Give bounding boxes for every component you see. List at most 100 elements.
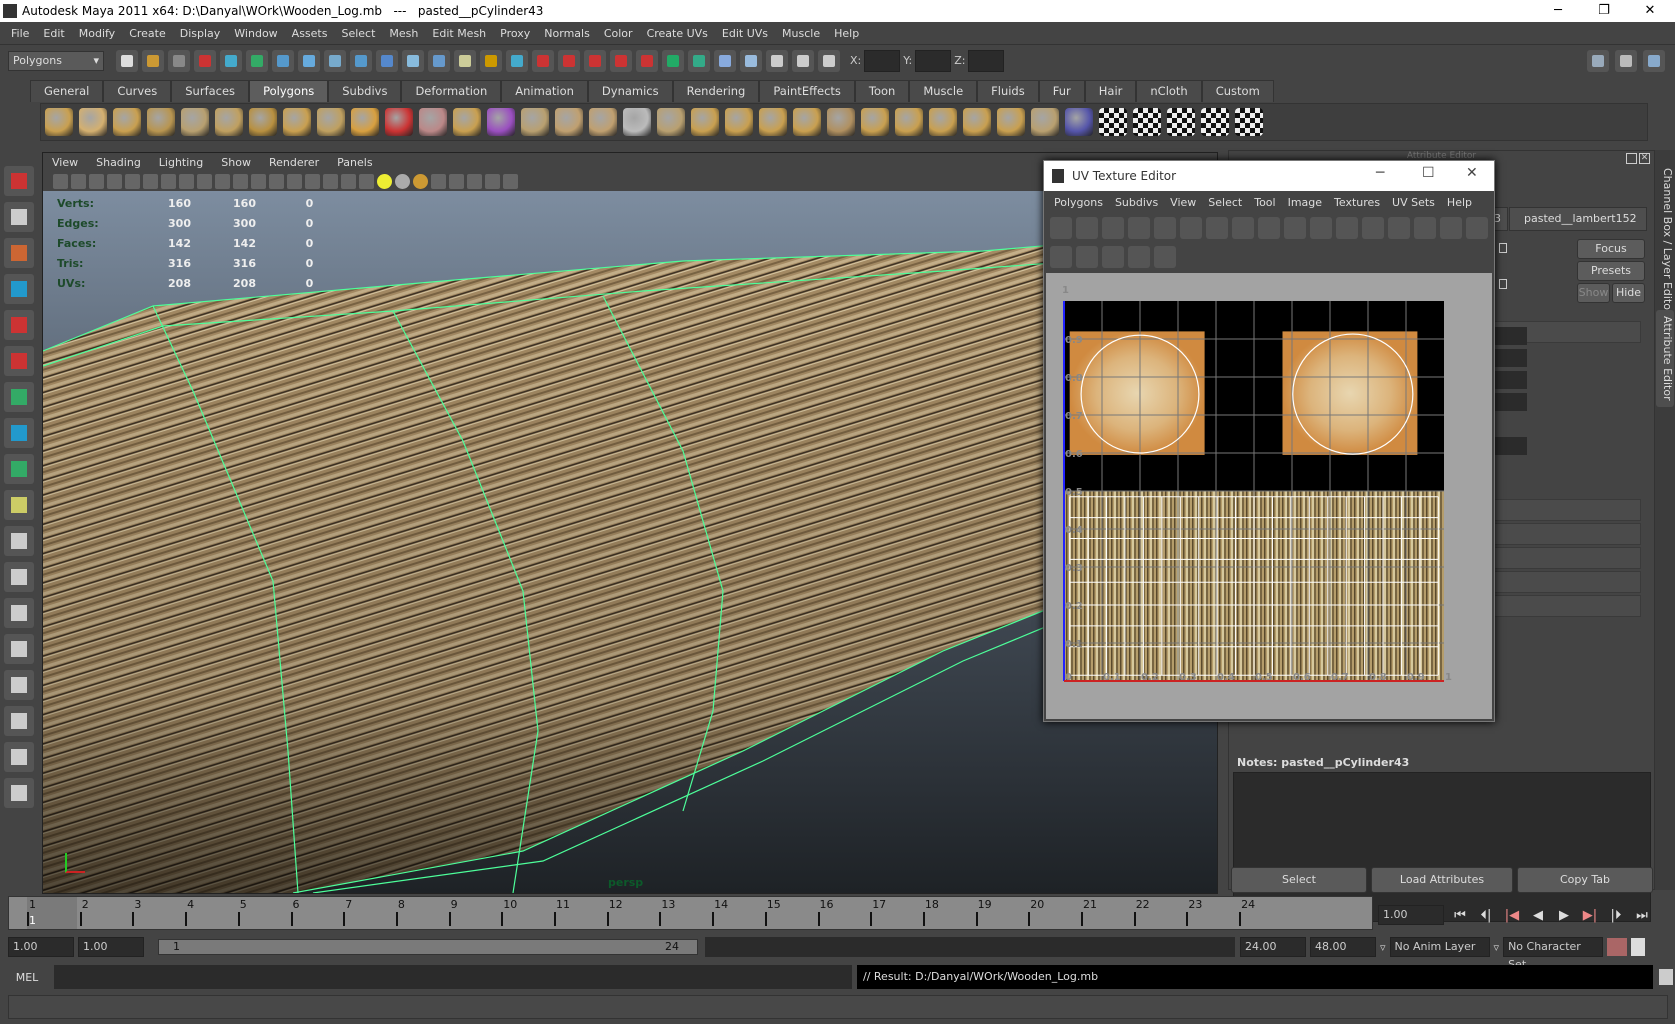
panel-menu-shading[interactable]: Shading	[87, 156, 150, 169]
menu-proxy[interactable]: Proxy	[493, 27, 537, 40]
panel-toolbar-icon[interactable]	[161, 173, 176, 189]
uv-menu-subdivs[interactable]: Subdivs	[1109, 196, 1164, 209]
status-tool-icon[interactable]	[402, 49, 424, 72]
shelf-tab-polygons[interactable]: Polygons	[249, 80, 329, 102]
uv-view[interactable]: 0 0.1 0.2 0.3 0.4 0.5 0.6 0.7 0.8 0.9 1 0.9 0.8 0.7 0.…	[1046, 273, 1492, 719]
tab-pasted-lambert152[interactable]: pasted__lambert152	[1509, 207, 1647, 231]
hide-button[interactable]: Hide	[1612, 283, 1645, 303]
select-button[interactable]: Select	[1231, 867, 1367, 893]
auto-key-icon[interactable]	[1607, 938, 1628, 956]
uv-toolbar-icon[interactable]	[1102, 216, 1124, 239]
shelf-tab-fur[interactable]: Fur	[1038, 80, 1085, 102]
panel-menu-view[interactable]: View	[43, 156, 87, 169]
poke-shelf-icon[interactable]	[997, 108, 1025, 136]
panel-toolbar-icon[interactable]	[413, 173, 428, 189]
load-attributes-button[interactable]: Load Attributes	[1371, 867, 1513, 893]
uv-menu-select[interactable]: Select	[1202, 196, 1248, 209]
step-back-frame-icon[interactable]: ⏴|	[1476, 908, 1496, 923]
status-tool-icon[interactable]	[584, 49, 606, 72]
panel-toolbar-icon[interactable]	[233, 173, 248, 189]
panel-toolbar-icon[interactable]	[485, 173, 500, 189]
panel-toolbar-icon[interactable]	[503, 173, 518, 189]
soft-mod-tool-icon[interactable]	[4, 418, 34, 448]
y-input[interactable]	[915, 49, 952, 72]
panel-toolbar-icon[interactable]	[251, 173, 266, 189]
layout-single-icon[interactable]	[4, 526, 34, 556]
uv-menu-view[interactable]: View	[1164, 196, 1202, 209]
panel-toolbar-icon[interactable]	[305, 173, 320, 189]
uv-menu-textures[interactable]: Textures	[1328, 196, 1386, 209]
show-manipulator-icon[interactable]	[4, 454, 34, 484]
status-tool-icon[interactable]	[350, 49, 372, 72]
range-slider[interactable]: 1 24	[158, 939, 698, 955]
uv-toolbar-icon[interactable]	[1440, 216, 1462, 239]
triangulate-shelf-icon[interactable]	[1065, 108, 1093, 136]
panel-toolbar-icon[interactable]	[143, 173, 158, 189]
layout-four-icon[interactable]	[4, 562, 34, 592]
layout-persp-graph-icon[interactable]	[4, 634, 34, 664]
go-to-start-icon[interactable]: ⏮	[1450, 908, 1470, 923]
extract-shelf-icon[interactable]	[419, 108, 447, 136]
mel-label[interactable]: MEL	[0, 971, 54, 984]
command-input[interactable]	[54, 965, 852, 989]
uv-toolbar-icon[interactable]	[1284, 216, 1306, 239]
tool-settings-toggle-icon[interactable]	[1615, 49, 1637, 72]
panel-toolbar-icon[interactable]	[179, 173, 194, 189]
menu-edit-mesh[interactable]: Edit Mesh	[425, 27, 493, 40]
shelf-tab-rendering[interactable]: Rendering	[672, 80, 760, 102]
anim-layer-dropdown-icon[interactable]: ▿	[1380, 941, 1386, 954]
status-tool-icon[interactable]	[116, 49, 138, 72]
collapse-shelf-icon[interactable]	[895, 108, 923, 136]
panel-toolbar-icon[interactable]	[197, 173, 212, 189]
smooth-shelf-icon[interactable]	[453, 108, 481, 136]
float-panel-icon[interactable]	[1626, 153, 1637, 164]
rotate-tool-icon[interactable]	[4, 310, 34, 340]
select-tool-icon[interactable]	[4, 166, 34, 196]
split-shelf-icon[interactable]	[691, 108, 719, 136]
menu-normals[interactable]: Normals	[537, 27, 597, 40]
status-tool-icon[interactable]	[194, 49, 216, 72]
menu-color[interactable]: Color	[597, 27, 640, 40]
uv-toolbar-icon[interactable]	[1102, 245, 1124, 268]
uv-toolbar-icon[interactable]	[1466, 216, 1488, 239]
status-tool-icon[interactable]	[818, 49, 840, 72]
uv-toolbar-icon[interactable]	[1076, 216, 1098, 239]
shelf-tab-ncloth[interactable]: nCloth	[1136, 80, 1202, 102]
panel-toolbar-icon[interactable]	[287, 173, 302, 189]
cylindrical-map-shelf-icon[interactable]	[1133, 108, 1161, 136]
chamfer-shelf-icon[interactable]	[1031, 108, 1059, 136]
animation-end-field[interactable]: 48.00	[1310, 937, 1376, 957]
uv-toolbar-icon[interactable]	[1180, 216, 1202, 239]
fill-hole-shelf-icon[interactable]	[929, 108, 957, 136]
panel-toolbar-icon[interactable]	[269, 173, 284, 189]
scene-view[interactable]: persp	[42, 191, 1218, 894]
pipe-shelf-icon[interactable]	[283, 108, 311, 136]
average-shelf-icon[interactable]	[521, 108, 549, 136]
panel-menu-panels[interactable]: Panels	[328, 156, 381, 169]
uv-toolbar-icon[interactable]	[1232, 216, 1254, 239]
menu-edit-uvs[interactable]: Edit UVs	[715, 27, 775, 40]
shelf-tab-toon[interactable]: Toon	[854, 80, 910, 102]
append-shelf-icon[interactable]	[623, 108, 651, 136]
status-tool-icon[interactable]	[480, 49, 502, 72]
bevel-shelf-icon[interactable]	[827, 108, 855, 136]
shelf-tab-subdivs[interactable]: Subdivs	[328, 80, 402, 102]
uv-toolbar-icon[interactable]	[1414, 216, 1436, 239]
menu-file[interactable]: File	[4, 27, 36, 40]
uv-toolbar-icon[interactable]	[1076, 245, 1098, 268]
shelf-tab-deformation[interactable]: Deformation	[401, 80, 502, 102]
panel-toolbar-icon[interactable]	[377, 173, 392, 189]
cylinder-shelf-icon[interactable]	[113, 108, 141, 136]
status-tool-icon[interactable]	[636, 49, 658, 72]
uv-toolbar-icon[interactable]	[1050, 216, 1072, 239]
uv-close-button[interactable]: ✕	[1466, 165, 1478, 181]
maximize-button[interactable]: ❐	[1581, 0, 1627, 22]
input-connection-icon[interactable]	[1499, 243, 1507, 253]
status-tool-icon[interactable]	[506, 49, 528, 72]
offset-edge-loop-shelf-icon[interactable]	[759, 108, 787, 136]
menu-modify[interactable]: Modify	[72, 27, 122, 40]
status-tool-icon[interactable]	[220, 49, 242, 72]
panel-menu-show[interactable]: Show	[212, 156, 260, 169]
anim-layer-dropdown[interactable]: No Anim Layer	[1389, 937, 1490, 957]
layout-persp-graph-2-icon[interactable]	[4, 742, 34, 772]
